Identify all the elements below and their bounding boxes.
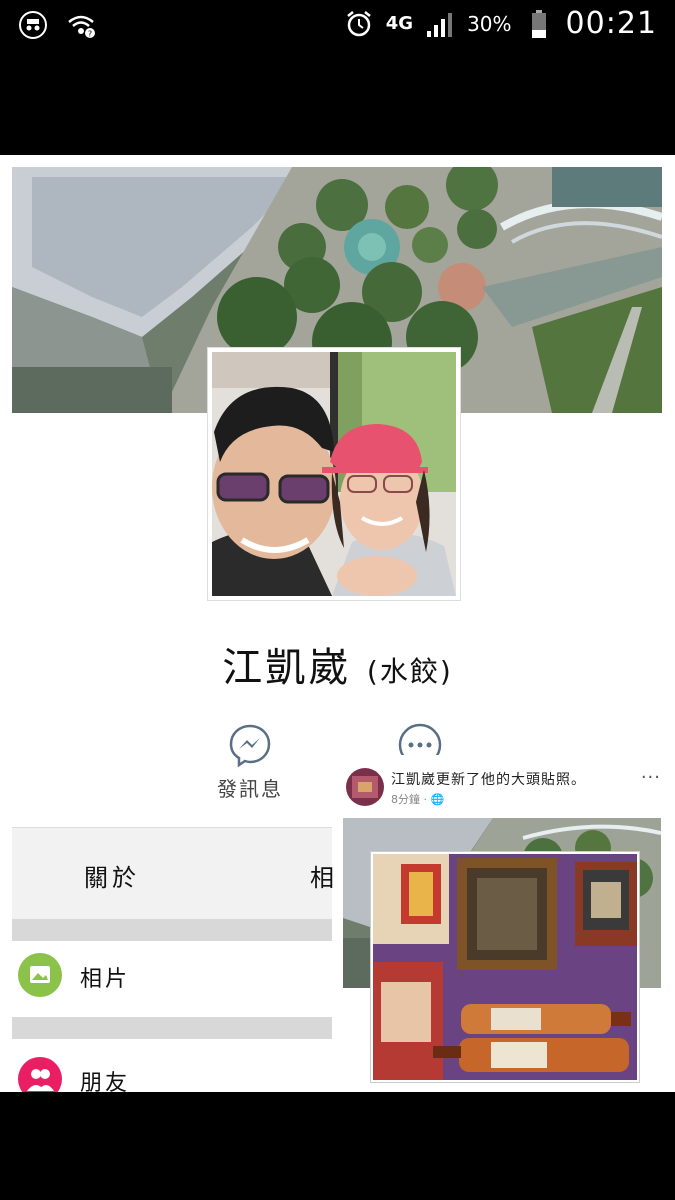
- post-timestamp: 8分鐘 · 🌐: [391, 791, 444, 807]
- photos-icon: [18, 953, 62, 997]
- menu-item-photos-label: 相片: [80, 967, 131, 992]
- divider: [12, 919, 332, 941]
- profile-screen: 江凱崴 (水餃) 發訊息 關於 相 相片 朋友 江凱崴更新了他的大頭貼照。 8分…: [0, 155, 675, 1092]
- battery-icon: [524, 9, 554, 39]
- post-timestamp-text: 8分鐘 ·: [391, 793, 427, 806]
- post-profile-picture[interactable]: [371, 852, 639, 1082]
- tab-about[interactable]: 關於: [84, 858, 140, 893]
- post-author-avatar[interactable]: [346, 768, 384, 806]
- incognito-icon: [18, 10, 48, 40]
- post-more-button[interactable]: ···: [641, 767, 661, 788]
- signal-icon: [425, 9, 455, 39]
- messenger-icon: [228, 723, 272, 768]
- friends-icon: [18, 1057, 62, 1092]
- clock: 00:21: [565, 6, 657, 41]
- wifi-question-icon: ?: [66, 10, 96, 40]
- profile-name-text: 江凱崴: [222, 645, 352, 691]
- profile-tabs: 關於 相: [12, 827, 334, 920]
- menu-item-friends[interactable]: 朋友: [12, 1045, 332, 1092]
- profile-picture[interactable]: [208, 348, 460, 600]
- bottom-bar: [0, 1092, 675, 1200]
- svg-text:?: ?: [88, 30, 92, 39]
- divider: [12, 1017, 332, 1039]
- profile-nickname: (水餃): [366, 655, 453, 688]
- tab-photos[interactable]: 相: [310, 858, 334, 893]
- feed-post-card: 江凱崴更新了他的大頭貼照。 8分鐘 · 🌐 ···: [343, 755, 675, 1092]
- network-indicator: 4G: [385, 12, 414, 34]
- status-bar: ? 4G 30% 00:21: [0, 0, 675, 52]
- menu-item-friends-label: 朋友: [80, 1071, 131, 1092]
- menu-item-photos[interactable]: 相片: [12, 941, 332, 1011]
- message-button[interactable]: 發訊息: [190, 723, 310, 802]
- post-text: 江凱崴更新了他的大頭貼照。: [391, 772, 586, 788]
- battery-percent: 30%: [467, 11, 512, 36]
- alarm-icon: [344, 9, 374, 39]
- globe-icon: 🌐: [430, 793, 445, 806]
- message-label: 發訊息: [217, 777, 283, 801]
- profile-name: 江凱崴 (水餃): [0, 635, 675, 693]
